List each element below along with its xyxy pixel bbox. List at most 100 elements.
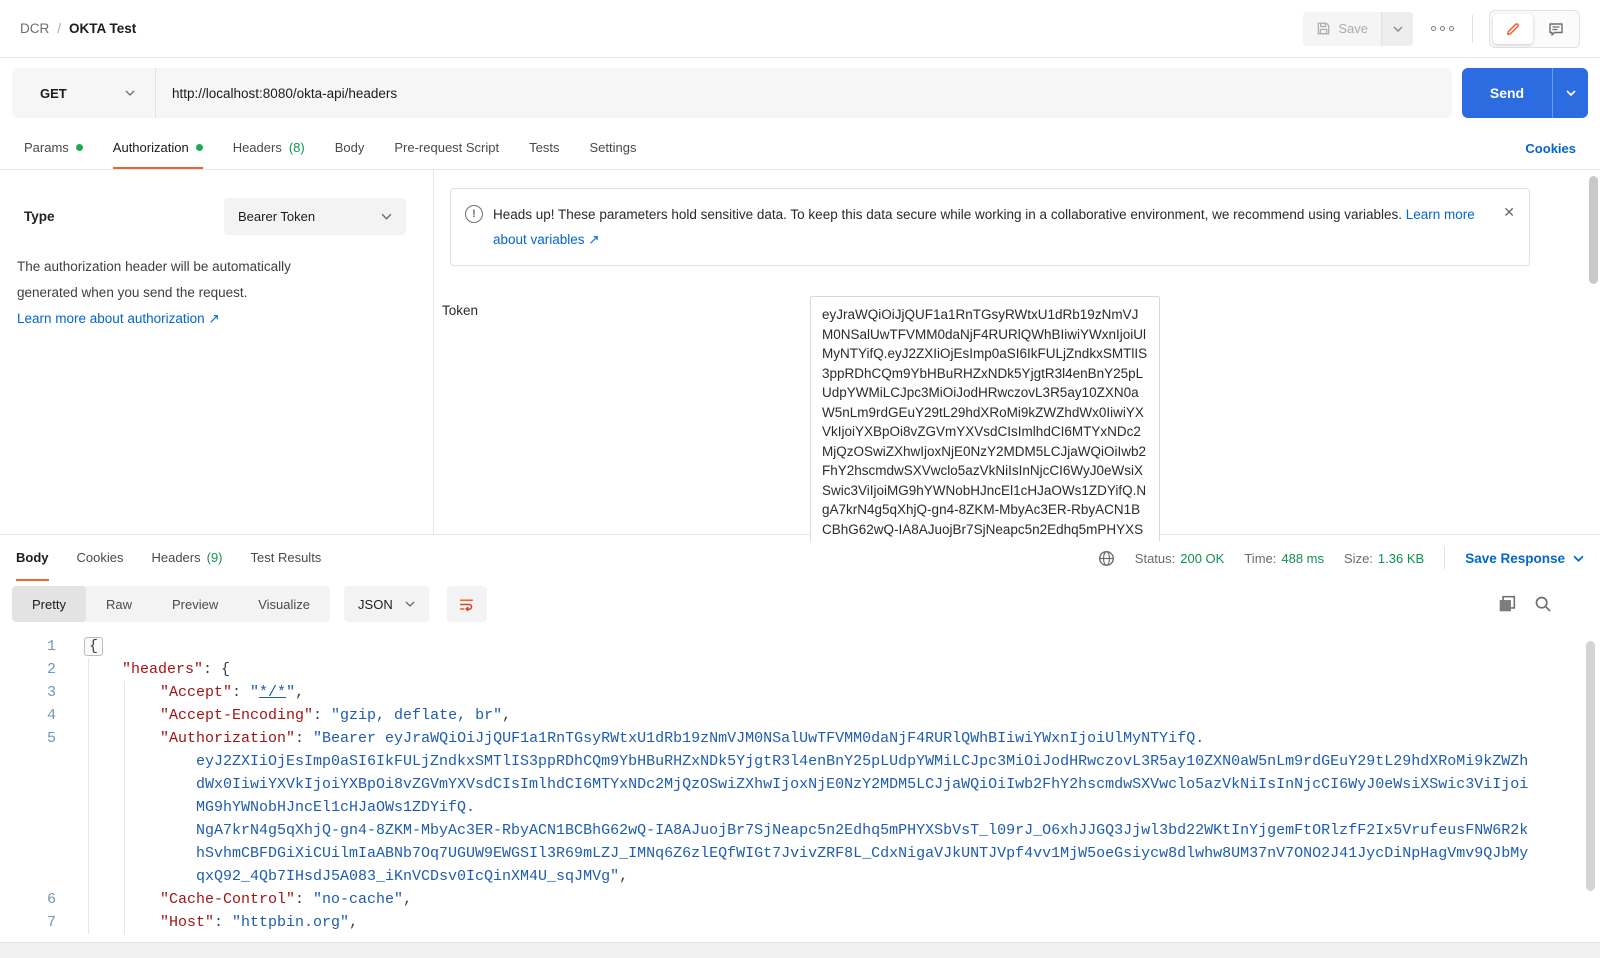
code-lines: 1{ 2 "headers": {3 "Accept": "*/*", 4 "Accept… [0,635,1600,934]
code-text: "Authorization": "Bearer eyJraWQiOiJjQUF… [56,727,1204,750]
top-bar: DCR / OKTA Test Save [0,0,1600,58]
code-line: 5 "Authorization": "Bearer eyJraWQiOiJjQU… [0,727,1600,750]
view-tab-raw[interactable]: Raw [86,586,152,622]
warning-icon: ! [465,205,483,223]
line-number: 1 [46,638,56,655]
time-readout: Time: 488 ms [1244,551,1324,566]
breadcrumb-separator: / [57,21,62,36]
page-scrollbar[interactable] [1589,176,1598,284]
line-number: 6 [46,891,56,908]
request-tab-pre-request-script[interactable]: Pre-request Script [394,128,499,169]
comments-button[interactable] [1536,14,1576,44]
method-selector[interactable]: GET [12,86,155,101]
line-number [0,819,56,842]
authorization-panel: Type Bearer Token The authorization head… [0,170,1600,541]
auth-description-line1: The authorization header will be automat… [17,259,291,274]
response-scrollbar[interactable] [1586,641,1595,891]
code-token: "httpbin.org" [232,914,350,931]
request-tab-authorization[interactable]: Authorization [112,128,203,169]
save-button[interactable]: Save [1303,12,1381,46]
save-options-button[interactable] [1381,11,1413,46]
request-tab-settings[interactable]: Settings [589,128,636,169]
banner-text: Heads up! These parameters hold sensitiv… [493,202,1485,252]
wrap-text-button[interactable] [446,586,487,622]
view-tab-visualize[interactable]: Visualize [238,586,330,622]
status-value: 200 OK [1180,550,1225,566]
request-tab-headers[interactable]: Headers (8) [233,128,305,169]
code-text: hSvhmCBFDGiXiCUilmIaABNb7Oq7UGUW9EWGSIl3… [56,842,1528,865]
request-bar: GET http://localhost:8080/okta-api/heade… [0,58,1600,128]
code-line: 6 "Cache-Control": "no-cache", [0,888,1600,911]
response-tab-cookies[interactable]: Cookies [77,535,124,581]
code-token: qxQ92_4Qb7IHsdJ5A083_iKnVCDsv0IcQinXM4U_… [196,868,620,885]
code-text: { [56,635,104,658]
url-input[interactable]: http://localhost:8080/okta-api/headers [156,86,397,101]
edit-mode-button[interactable] [1493,13,1533,44]
response-tab-headers[interactable]: Headers (9) [151,535,222,581]
code-line: MG9hYWNobHJncEl1cHJaOWs1ZDYifQ. [0,796,1600,819]
line-number: 7 [46,914,56,931]
indent-guide [124,681,125,934]
auth-type-value: Bearer Token [238,209,316,224]
copy-icon[interactable] [1498,595,1516,613]
auth-description: The authorization header will be automat… [17,254,291,332]
close-icon[interactable]: ✕ [1503,200,1515,225]
line-number [0,865,56,888]
code-token: " [286,684,296,701]
response-header: Body Cookies Headers (9) Test Results Status… [0,535,1600,581]
auth-type-pane: Type Bearer Token The authorization head… [0,170,434,534]
auth-type-select[interactable]: Bearer Token [224,198,406,235]
dot-icon [1440,26,1445,31]
tab-label: Headers [232,140,282,155]
code-token: "Cache-Control" [160,891,296,908]
line-number [0,773,56,796]
view-tab-preview[interactable]: Preview [152,586,238,622]
tab-label: Settings [589,140,637,155]
chevron-down-icon [1392,25,1403,32]
line-number: 5 [46,730,56,747]
code-token: : [295,891,314,908]
save-response-button[interactable]: Save Response [1465,551,1584,566]
request-tab-tests[interactable]: Tests [529,128,559,169]
breadcrumb-parent[interactable]: DCR [20,21,49,36]
tab-label: Pre-request Script [394,140,500,155]
save-icon [1318,22,1330,35]
size-value: 1.36 KB [1377,550,1425,566]
format-select[interactable]: JSON [344,586,429,622]
code-line: 1{ [0,635,1600,658]
code-token: { [84,637,104,656]
request-tab-params[interactable]: Params [24,128,83,169]
app-window: DCR / OKTA Test Save GET http://localhos… [0,0,1600,958]
code-line: qxQ92_4Qb7IHsdJ5A083_iKnVCDsv0IcQinXM4U_… [0,865,1600,888]
send-button[interactable]: Send [1462,68,1552,118]
line-number: 2 [46,661,56,678]
tab-label: Authorization [112,140,189,155]
response-tab-test-results[interactable]: Test Results [251,535,322,581]
status-readout: Status: 200 OK [1135,551,1225,566]
code-text: "Accept": "*/*", [56,681,304,704]
top-bar-actions: Save [1303,9,1580,48]
line-number: 3 [46,684,56,701]
view-tab-pretty[interactable]: Pretty [12,586,86,622]
view-mode-tabs: Pretty Raw Preview Visualize [12,586,331,622]
code-token: : [203,661,222,678]
chevron-down-icon [1565,90,1576,96]
response-tab-body[interactable]: Body [16,535,49,581]
code-token: */* [259,684,287,701]
tab-label: Cookies [76,549,124,565]
more-options-button[interactable] [1429,20,1456,37]
search-icon[interactable] [1534,595,1552,613]
token-input[interactable]: eyJraWQiOiJjQUF1a1RnTGsyRWtxU1dRb19zNmVJ… [810,296,1160,541]
banner-message: Heads up! These parameters hold sensitiv… [493,207,1406,222]
request-tab-body[interactable]: Body [335,128,365,169]
send-options-button[interactable] [1552,68,1588,118]
code-line: 3 "Accept": "*/*", [0,681,1600,704]
time-value: 488 ms [1281,550,1325,566]
cookies-link[interactable]: Cookies [1525,141,1576,156]
learn-more-authorization-link[interactable]: Learn more about authorization ↗ [17,311,220,326]
horizontal-scrollbar[interactable] [0,942,1600,958]
code-token: "headers" [122,661,204,678]
request-tabs-bar: Params Authorization Headers (8) Body Pre-req… [0,128,1600,170]
code-token: "no-cache" [313,891,404,908]
line-number: 4 [46,707,56,724]
